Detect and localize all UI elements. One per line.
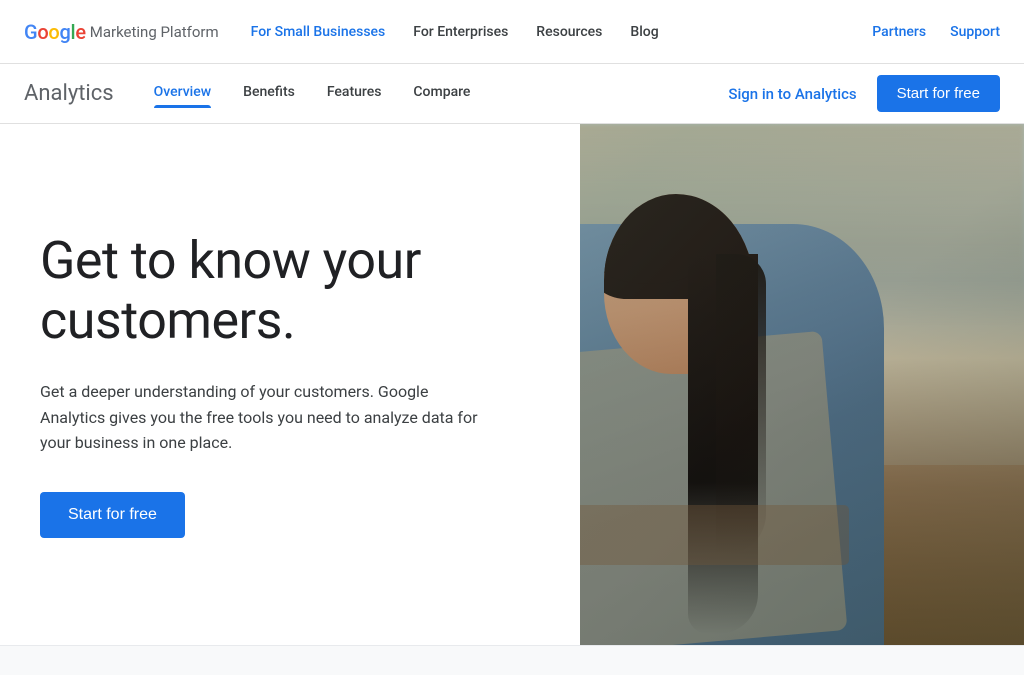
top-nav-links: For Small Businesses For Enterprises Res… [251, 24, 873, 40]
hero-cta-button[interactable]: Start for free [40, 492, 185, 538]
hero-headline: Get to know your customers. [40, 231, 530, 351]
nav-features[interactable]: Features [327, 84, 382, 104]
platform-name: Marketing Platform [90, 23, 219, 41]
google-logo: Google [24, 20, 86, 44]
nav-resources[interactable]: Resources [536, 24, 602, 40]
nav-blog[interactable]: Blog [630, 24, 658, 40]
nav-overview[interactable]: Overview [154, 84, 211, 104]
nav-support[interactable]: Support [950, 24, 1000, 40]
hero-section: Get to know your customers. Get a deeper… [0, 124, 1024, 645]
top-navigation: Google Marketing Platform For Small Busi… [0, 0, 1024, 64]
bottom-strip [0, 645, 1024, 675]
hero-content: Get to know your customers. Get a deeper… [0, 124, 580, 645]
nav-benefits[interactable]: Benefits [243, 84, 295, 104]
nav-for-enterprises[interactable]: For Enterprises [413, 24, 508, 40]
analytics-brand: Analytics [24, 81, 114, 106]
hero-description: Get a deeper understanding of your custo… [40, 379, 480, 456]
start-free-button-nav[interactable]: Start for free [877, 75, 1000, 112]
nav-compare[interactable]: Compare [413, 84, 470, 104]
logo-area: Google Marketing Platform [24, 20, 219, 44]
sign-in-link[interactable]: Sign in to Analytics [728, 85, 856, 103]
nav-partners[interactable]: Partners [872, 24, 926, 40]
secondary-navigation: Analytics Overview Benefits Features Com… [0, 64, 1024, 124]
secondary-nav-right: Sign in to Analytics Start for free [728, 75, 1000, 112]
nav-for-small-businesses[interactable]: For Small Businesses [251, 24, 386, 40]
secondary-nav-links: Overview Benefits Features Compare [154, 84, 729, 104]
top-nav-right: Partners Support [872, 24, 1000, 40]
